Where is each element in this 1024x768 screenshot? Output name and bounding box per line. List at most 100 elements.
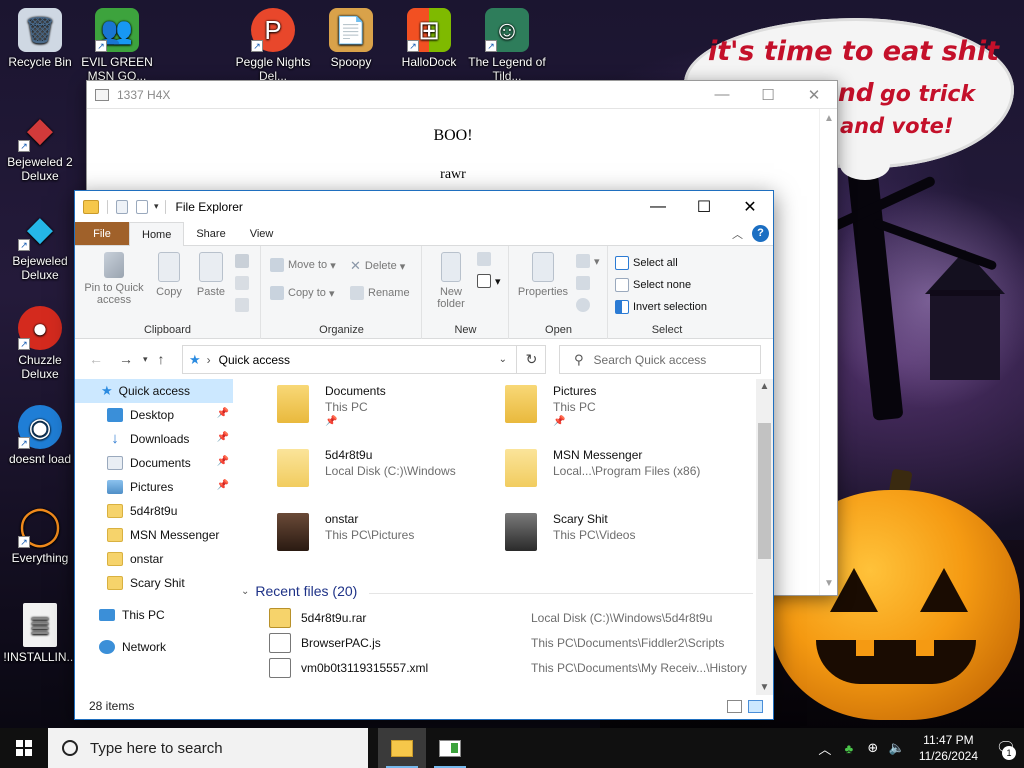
tray-app-icon[interactable]: ♣ bbox=[837, 741, 861, 756]
volume-icon[interactable]: 🔈 bbox=[885, 740, 909, 756]
taskbar-app-window[interactable] bbox=[426, 728, 474, 768]
folder-item-5d4r8t9u[interactable]: 5d4r8t9u Local Disk (C:)\Windows bbox=[277, 445, 497, 503]
up-arrow-icon[interactable]: ↑ bbox=[158, 351, 165, 367]
folder-item-scary-shit[interactable]: Scary Shit This PC\Videos bbox=[505, 509, 725, 567]
desktop-icon-doesnt-load[interactable]: ◉ ↗ doesnt load bbox=[0, 405, 80, 466]
search-input[interactable]: Search Quick access bbox=[594, 353, 707, 367]
copy-path-button[interactable] bbox=[235, 276, 253, 290]
recent-file-row[interactable]: 5d4r8t9u.rar Local Disk (C:)\Windows\5d4… bbox=[269, 605, 759, 630]
recent-locations-chevron-icon[interactable]: ▾ bbox=[143, 354, 148, 365]
address-dropdown-icon[interactable]: ⌄ bbox=[499, 354, 507, 365]
scroll-down-icon[interactable]: ▼ bbox=[756, 682, 773, 693]
tab-file[interactable]: File bbox=[75, 222, 129, 245]
pin-icon[interactable]: 📌 bbox=[553, 416, 565, 427]
hax-scrollbar[interactable]: ▲ ▼ bbox=[819, 109, 837, 595]
history-button[interactable] bbox=[576, 298, 594, 312]
delete-button[interactable]: ✕ Delete ▾ bbox=[350, 258, 405, 274]
recent-file-row[interactable]: BrowserPAC.js This PC\Documents\Fiddler2… bbox=[269, 630, 759, 655]
nav-item-scary-shit[interactable]: Scary Shit bbox=[75, 571, 233, 595]
pin-icon[interactable]: 📌 bbox=[217, 432, 229, 443]
language-globe-icon[interactable]: ⊕ bbox=[861, 740, 885, 756]
notification-center-button[interactable]: 🗨 1 bbox=[988, 738, 1024, 760]
refresh-icon[interactable]: ↻ bbox=[516, 345, 546, 374]
maximize-button[interactable]: ☐ bbox=[681, 191, 727, 222]
recent-files-header[interactable]: ⌄ Recent files (20) bbox=[241, 583, 357, 599]
nav-item-pictures[interactable]: Pictures 📌 bbox=[75, 475, 233, 499]
desktop-icon-bejeweled[interactable]: ◆ ↗ Bejeweled Deluxe bbox=[0, 207, 80, 282]
taskbar-app-file-explorer[interactable] bbox=[378, 728, 426, 768]
nav-item-network[interactable]: Network bbox=[75, 635, 233, 659]
pin-icon[interactable]: 📌 bbox=[217, 480, 229, 491]
tab-home[interactable]: Home bbox=[129, 222, 185, 246]
scrollbar-thumb[interactable] bbox=[758, 423, 771, 559]
folder-item-msn-messenger[interactable]: MSN Messenger Local...\Program Files (x8… bbox=[505, 445, 725, 503]
minimize-button[interactable]: — bbox=[635, 191, 681, 222]
easy-access-button[interactable]: ▾ bbox=[477, 274, 501, 288]
open-button[interactable]: ▾ bbox=[576, 254, 600, 268]
taskbar-search-input[interactable]: Type here to search bbox=[90, 740, 223, 757]
pin-icon[interactable]: 📌 bbox=[217, 456, 229, 467]
cut-button[interactable] bbox=[235, 254, 253, 268]
tab-share[interactable]: Share bbox=[184, 222, 237, 245]
paste-button[interactable]: Paste bbox=[191, 252, 231, 298]
address-bar[interactable]: ★ › Quick access ⌄ bbox=[182, 345, 546, 374]
close-button[interactable]: ✕ bbox=[791, 86, 837, 104]
rename-button[interactable]: Rename bbox=[350, 286, 410, 300]
properties-quick-icon[interactable] bbox=[116, 199, 128, 214]
desktop-icon-legend-of-tild[interactable]: ☺ ↗ The Legend of Tild... bbox=[467, 8, 547, 83]
forward-arrow-icon[interactable]: → bbox=[119, 351, 133, 367]
details-view-icon[interactable] bbox=[727, 699, 742, 713]
copy-button[interactable]: Copy bbox=[151, 252, 187, 298]
content-scrollbar[interactable]: ▲ ▼ bbox=[756, 379, 773, 695]
new-folder-button[interactable]: New folder bbox=[429, 252, 473, 310]
nav-item-5d4r8t9u[interactable]: 5d4r8t9u bbox=[75, 499, 233, 523]
nav-item-documents[interactable]: Documents 📌 bbox=[75, 451, 233, 475]
folder-item-pictures[interactable]: Pictures This PC 📌 bbox=[505, 381, 725, 439]
scroll-down-icon[interactable]: ▼ bbox=[820, 578, 838, 589]
desktop-icon-installing[interactable]: ≣ !INSTALLIN... bbox=[0, 603, 80, 664]
show-hidden-icons-chevron-icon[interactable]: ︿ bbox=[813, 739, 837, 758]
scroll-up-icon[interactable]: ▲ bbox=[820, 113, 838, 124]
maximize-button[interactable]: ☐ bbox=[745, 86, 791, 104]
nav-item-quick-access[interactable]: ★ Quick access bbox=[75, 379, 233, 403]
select-none-button[interactable]: Select none bbox=[615, 278, 691, 292]
desktop-icon-recycle-bin[interactable]: 🗑 Recycle Bin bbox=[0, 8, 80, 69]
nav-item-onstar[interactable]: onstar bbox=[75, 547, 233, 571]
desktop-icon-evil-green-msn[interactable]: 👥 ↗ EVIL GREEN MSN GO... bbox=[77, 8, 157, 83]
recent-file-row[interactable]: vm0b0t3119315557.xml This PC\Documents\M… bbox=[269, 655, 759, 680]
folder-item-documents[interactable]: Documents This PC 📌 bbox=[277, 381, 497, 439]
new-folder-quick-icon[interactable] bbox=[136, 199, 148, 214]
desktop-icon-hallodock[interactable]: ⊞ ↗ HalloDock bbox=[389, 8, 469, 69]
tab-view[interactable]: View bbox=[238, 222, 286, 245]
nav-item-desktop[interactable]: Desktop 📌 bbox=[75, 403, 233, 427]
minimize-button[interactable]: — bbox=[699, 86, 745, 104]
clock[interactable]: 11:47 PM 11/26/2024 bbox=[909, 732, 988, 764]
desktop-icon-chuzzle[interactable]: ● ↗ Chuzzle Deluxe bbox=[0, 306, 80, 381]
large-icons-view-icon[interactable] bbox=[748, 699, 763, 713]
explorer-titlebar[interactable]: ▾ File Explorer — ☐ ✕ bbox=[75, 191, 773, 222]
desktop-icon-peggle-nights[interactable]: P ↗ Peggle Nights Del... bbox=[233, 8, 313, 83]
search-box[interactable]: ⚲ Search Quick access bbox=[559, 345, 761, 374]
properties-button[interactable]: Properties bbox=[514, 252, 572, 298]
customize-toolbar-chevron-icon[interactable]: ▾ bbox=[154, 201, 159, 212]
invert-selection-button[interactable]: Invert selection bbox=[615, 300, 707, 314]
pin-icon[interactable]: 📌 bbox=[325, 416, 337, 427]
move-to-button[interactable]: Move to ▾ bbox=[270, 258, 336, 272]
collapse-chevron-icon[interactable]: ⌄ bbox=[241, 586, 249, 597]
select-all-button[interactable]: Select all bbox=[615, 256, 678, 270]
nav-item-downloads[interactable]: ↓ Downloads 📌 bbox=[75, 427, 233, 451]
paste-shortcut-button[interactable] bbox=[235, 298, 253, 312]
back-arrow-icon[interactable]: ← bbox=[89, 351, 103, 367]
taskbar-search[interactable]: Type here to search bbox=[48, 728, 368, 768]
new-item-button[interactable] bbox=[477, 252, 495, 266]
nav-item-msn-messenger[interactable]: MSN Messenger bbox=[75, 523, 233, 547]
pin-to-quick-access-button[interactable]: Pin to Quick access bbox=[81, 252, 147, 306]
collapse-ribbon-chevron-icon[interactable]: ︿ bbox=[732, 226, 743, 242]
file-explorer-window[interactable]: ▾ File Explorer — ☐ ✕ File Home Share Vi… bbox=[74, 190, 774, 720]
copy-to-button[interactable]: Copy to ▾ bbox=[270, 286, 335, 300]
pin-icon[interactable]: 📌 bbox=[217, 408, 229, 419]
scroll-up-icon[interactable]: ▲ bbox=[756, 381, 773, 392]
close-button[interactable]: ✕ bbox=[727, 191, 773, 222]
desktop-icon-everything[interactable]: ◯ ↗ Everything bbox=[0, 504, 80, 565]
folder-item-onstar[interactable]: onstar This PC\Pictures bbox=[277, 509, 497, 567]
